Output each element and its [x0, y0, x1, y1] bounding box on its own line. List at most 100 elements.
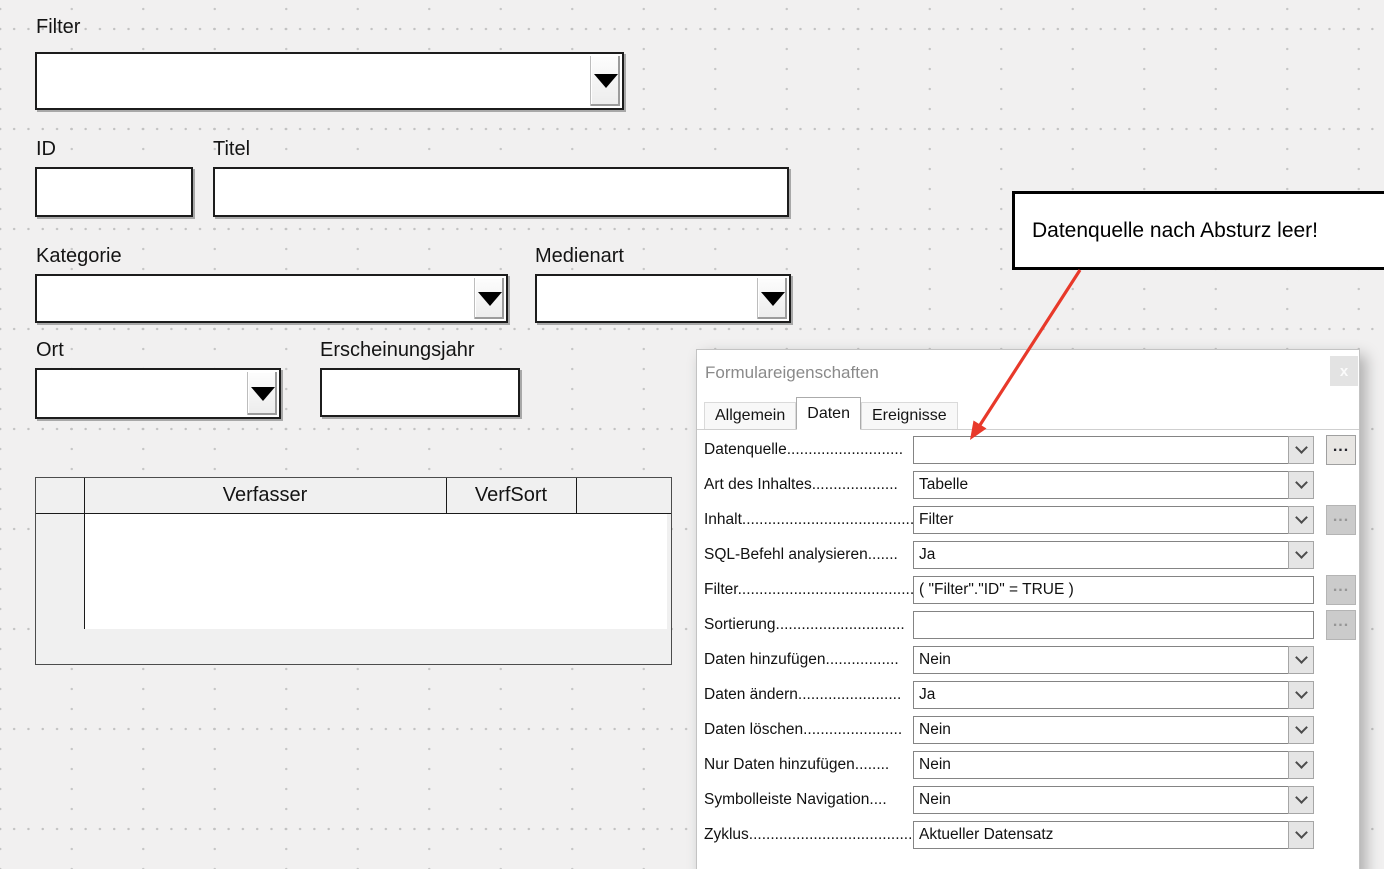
dropdown-button[interactable]	[247, 372, 277, 415]
column-divider	[446, 478, 447, 513]
dialog-title: Formulareigenschaften	[705, 363, 879, 383]
daten-hinzufuegen-combobox[interactable]: Nein	[913, 646, 1314, 674]
property-row-inhalt: Inhalt..................................…	[704, 506, 1354, 534]
dropdown-button[interactable]	[1288, 471, 1314, 499]
row-header-divider	[84, 478, 85, 629]
chevron-down-icon	[1295, 476, 1308, 489]
property-row-datenquelle: Datenquelle........................... .…	[704, 436, 1354, 464]
dropdown-button[interactable]	[1288, 821, 1314, 849]
filter-label: Filter	[36, 16, 80, 39]
column-divider	[576, 478, 577, 513]
id-field[interactable]	[35, 167, 193, 217]
filter-combobox[interactable]	[35, 52, 624, 110]
dropdown-button[interactable]	[1288, 436, 1314, 464]
symbolleiste-navigation-combobox[interactable]: Nein	[913, 786, 1314, 814]
column-header-verfasser[interactable]: Verfasser	[84, 478, 446, 513]
dropdown-button[interactable]	[757, 278, 787, 319]
titel-field[interactable]	[213, 167, 789, 217]
filter-browse-button: ...	[1326, 575, 1356, 605]
dropdown-button[interactable]	[1288, 716, 1314, 744]
datenquelle-browse-button[interactable]: ...	[1326, 435, 1356, 465]
combobox-value: Nein	[919, 721, 951, 739]
dropdown-button[interactable]	[1288, 681, 1314, 709]
sortierung-browse-button: ...	[1326, 610, 1356, 640]
property-label: Zyklus..................................…	[704, 826, 912, 844]
property-label: Daten hinzufügen.................	[704, 651, 899, 669]
chevron-down-icon	[1295, 511, 1308, 524]
field-value: ( "Filter"."ID" = TRUE )	[919, 581, 1074, 599]
daten-loeschen-combobox[interactable]: Nein	[913, 716, 1314, 744]
property-row-symbolleiste-navigation: Symbolleiste Navigation.... Nein	[704, 786, 1354, 814]
grid-data-area[interactable]	[85, 514, 667, 629]
combobox-value: Filter	[919, 511, 953, 529]
inhalt-browse-button: ...	[1326, 505, 1356, 535]
sql-befehl-analysieren-combobox[interactable]: Ja	[913, 541, 1314, 569]
ort-label: Ort	[36, 339, 64, 362]
property-label: Inhalt..................................…	[704, 511, 918, 529]
zyklus-combobox[interactable]: Aktueller Datensatz	[913, 821, 1314, 849]
daten-aendern-combobox[interactable]: Ja	[913, 681, 1314, 709]
medienart-combobox[interactable]	[535, 274, 791, 323]
dropdown-arrow-icon	[761, 292, 785, 306]
combobox-value: Ja	[919, 686, 935, 704]
dropdown-button[interactable]	[1288, 786, 1314, 814]
chevron-down-icon	[1295, 826, 1308, 839]
dropdown-button[interactable]	[1288, 646, 1314, 674]
column-header-verfsort[interactable]: VerfSort	[446, 478, 576, 513]
crash-note-callout: Datenquelle nach Absturz leer!	[1012, 191, 1384, 270]
form-properties-dialog[interactable]: Formulareigenschaften x Allgemein Daten …	[696, 349, 1360, 869]
filter-criteria-field[interactable]: ( "Filter"."ID" = TRUE )	[913, 576, 1314, 604]
dropdown-button[interactable]	[474, 278, 504, 319]
property-label: Symbolleiste Navigation....	[704, 791, 887, 809]
combobox-value: Tabelle	[919, 476, 968, 494]
property-label: Art des Inhaltes....................	[704, 476, 898, 494]
crash-note-text: Datenquelle nach Absturz leer!	[1032, 219, 1318, 243]
property-row-art-des-inhaltes: Art des Inhaltes.................... Tab…	[704, 471, 1354, 499]
chevron-down-icon	[1295, 546, 1308, 559]
chevron-down-icon	[1295, 441, 1308, 454]
chevron-down-icon	[1295, 721, 1308, 734]
erscheinungsjahr-field[interactable]	[320, 368, 520, 417]
kategorie-label: Kategorie	[36, 245, 122, 268]
property-row-sortierung: Sortierung..............................…	[704, 611, 1354, 639]
property-label: Daten löschen.......................	[704, 721, 902, 739]
tab-daten[interactable]: Daten	[796, 397, 861, 430]
property-label: Sortierung..............................	[704, 616, 905, 634]
dropdown-arrow-icon	[478, 292, 502, 306]
grid-header-divider	[36, 513, 671, 514]
datenquelle-combobox[interactable]	[913, 436, 1314, 464]
medienart-label: Medienart	[535, 245, 624, 268]
kategorie-combobox[interactable]	[35, 274, 508, 323]
property-label: Nur Daten hinzufügen........	[704, 756, 889, 774]
verfasser-grid[interactable]: Verfasser VerfSort	[35, 477, 672, 665]
ort-combobox[interactable]	[35, 368, 281, 419]
property-row-daten-aendern: Daten ändern........................ Ja	[704, 681, 1354, 709]
dropdown-arrow-icon	[594, 74, 618, 88]
nur-daten-hinzufuegen-combobox[interactable]: Nein	[913, 751, 1314, 779]
tab-allgemein[interactable]: Allgemein	[704, 402, 796, 429]
dropdown-button[interactable]	[1288, 541, 1314, 569]
property-row-sql-befehl-analysieren: SQL-Befehl analysieren....... Ja	[704, 541, 1354, 569]
chevron-down-icon	[1295, 651, 1308, 664]
close-button[interactable]: x	[1330, 356, 1358, 386]
property-row-daten-loeschen: Daten löschen....................... Nei…	[704, 716, 1354, 744]
art-des-inhaltes-combobox[interactable]: Tabelle	[913, 471, 1314, 499]
dropdown-button[interactable]	[1288, 751, 1314, 779]
dialog-titlebar[interactable]: Formulareigenschaften x	[697, 350, 1359, 396]
dropdown-button[interactable]	[590, 56, 620, 106]
property-label: Filter..................................…	[704, 581, 918, 599]
property-label: Datenquelle...........................	[704, 441, 903, 459]
dialog-tabbar: Allgemein Daten Ereignisse	[697, 396, 1359, 430]
tab-ereignisse[interactable]: Ereignisse	[861, 402, 958, 429]
sortierung-field[interactable]	[913, 611, 1314, 639]
combobox-value: Ja	[919, 546, 935, 564]
combobox-value: Nein	[919, 756, 951, 774]
dropdown-button[interactable]	[1288, 506, 1314, 534]
property-label: Daten ändern........................	[704, 686, 901, 704]
property-row-nur-daten-hinzufuegen: Nur Daten hinzufügen........ Nein	[704, 751, 1354, 779]
combobox-value: Aktueller Datensatz	[919, 826, 1053, 844]
inhalt-combobox[interactable]: Filter	[913, 506, 1314, 534]
property-row-daten-hinzufuegen: Daten hinzufügen................. Nein	[704, 646, 1354, 674]
close-icon: x	[1340, 363, 1348, 380]
property-label: SQL-Befehl analysieren.......	[704, 546, 898, 564]
